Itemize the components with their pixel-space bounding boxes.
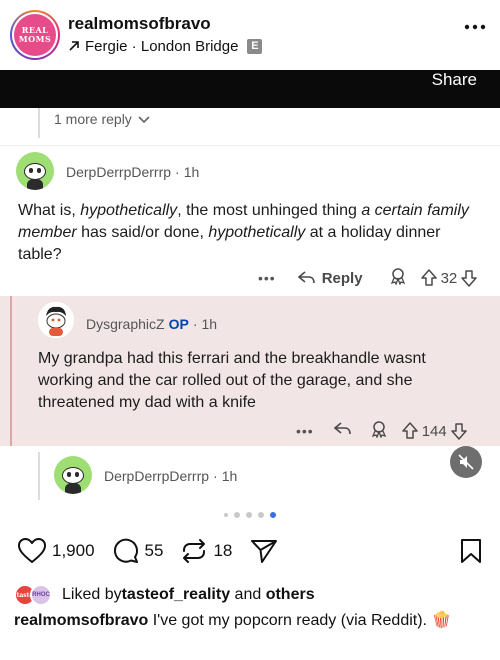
vote-count: 144 [421,422,447,440]
bookmark-button[interactable] [460,538,482,569]
share-bar: Share [0,70,500,108]
thread-line [10,296,12,446]
post-caption: realmomsofbravo I've got my popcorn read… [14,610,484,632]
bookmark-icon [461,539,481,563]
comment-age: 1h [201,316,218,332]
share-button[interactable] [250,538,278,564]
avatar-text-line2: MOMS [18,34,52,44]
carousel-dot [246,512,252,518]
comment-actions: ••• Reply 32 [258,267,478,289]
liker-avatar: RHOC [30,584,52,606]
snoo-avatar-icon[interactable] [16,152,54,190]
author-name: DerpDerrpDerrrp [104,468,210,484]
repost-icon [183,539,206,563]
carousel-dot-active [270,512,276,518]
thread-line [38,452,40,500]
comment-author[interactable]: DerpDerrpDerrrp · 1h [104,468,237,484]
more-replies-link[interactable]: 1 more reply [54,111,150,127]
author-name: DerpDerrpDerrrp [66,164,172,180]
more-replies-label: 1 more reply [54,111,132,127]
more-options-icon[interactable]: ••• [258,270,276,286]
liked-and: and [230,586,266,603]
thread-line [38,108,40,138]
more-dots-icon[interactable] [464,18,486,30]
liked-prefix: Liked by [62,586,122,603]
repost-button[interactable]: 18 [181,538,232,564]
comment-age: 1h [221,468,238,484]
heart-icon [18,538,46,563]
divider [0,145,500,146]
comment-button[interactable]: 55 [113,538,164,564]
post-action-bar: 1,900 55 18 [18,536,482,566]
liked-by[interactable]: tasto RHOC Liked by tasteof_reality and … [14,583,315,607]
liked-others[interactable]: others [266,586,315,604]
comment-age: 1h [183,164,200,180]
speaker-muted-icon [458,454,474,470]
carousel-dot [224,513,228,517]
comment-actions: ••• 144 [296,420,467,442]
like-count: 1,900 [52,541,95,560]
repost-count: 18 [213,541,233,560]
profile-avatar[interactable]: REAL MOMS [10,10,60,60]
reply-icon [297,271,315,284]
comment-body: My grandpa had this ferrari and the brea… [38,350,426,411]
explicit-badge: E [247,39,263,54]
vote-count: 32 [440,269,458,287]
upvote-icon[interactable] [420,269,437,287]
user-avatar[interactable] [38,302,74,338]
share-label: Share [431,70,477,89]
author-name: DysgraphicZ [86,316,165,332]
carousel-indicator [0,512,500,518]
chevron-down-icon [138,111,150,127]
reply-button[interactable]: Reply [297,269,363,287]
reply-icon[interactable] [333,422,352,440]
vote-controls: 144 [401,422,467,440]
audio-text: Fergie · London Bridge [85,38,239,55]
reply-label: Reply [321,269,363,287]
profile-username[interactable]: realmomsofbravo [68,14,211,34]
mute-button[interactable] [450,446,482,478]
post-header: REAL MOMS realmomsofbravo Fergie · Londo… [0,0,500,70]
snoo-avatar-icon[interactable] [54,456,92,494]
more-options-icon[interactable]: ••• [296,423,314,439]
carousel-dot [258,512,264,518]
caption-text: I've got my popcorn ready (via Reddit). … [148,612,452,629]
comment-icon [113,538,138,563]
award-icon[interactable] [370,420,388,442]
comment-body: What is, hypothetically, the most unhing… [18,202,469,263]
comment-count: 55 [144,541,164,560]
caption-username[interactable]: realmomsofbravo [14,612,148,629]
award-icon[interactable] [389,267,407,289]
paper-plane-icon [251,540,278,563]
arrow-up-right-icon [68,39,80,55]
liked-by-avatars: tasto RHOC [14,583,58,607]
like-button[interactable]: 1,900 [18,538,95,564]
comment-author[interactable]: DysgraphicZ OP · 1h [86,316,217,332]
audio-link[interactable]: Fergie · London Bridge E [68,38,263,55]
op-badge: OP [168,316,189,332]
downvote-icon[interactable] [451,422,467,440]
comment-author[interactable]: DerpDerrpDerrrp · 1h [66,164,199,180]
vote-controls: 32 [420,269,478,287]
downvote-icon[interactable] [461,269,478,287]
carousel-dot [234,512,240,518]
liked-user[interactable]: tasteof_reality [122,586,231,604]
upvote-icon[interactable] [401,422,418,440]
